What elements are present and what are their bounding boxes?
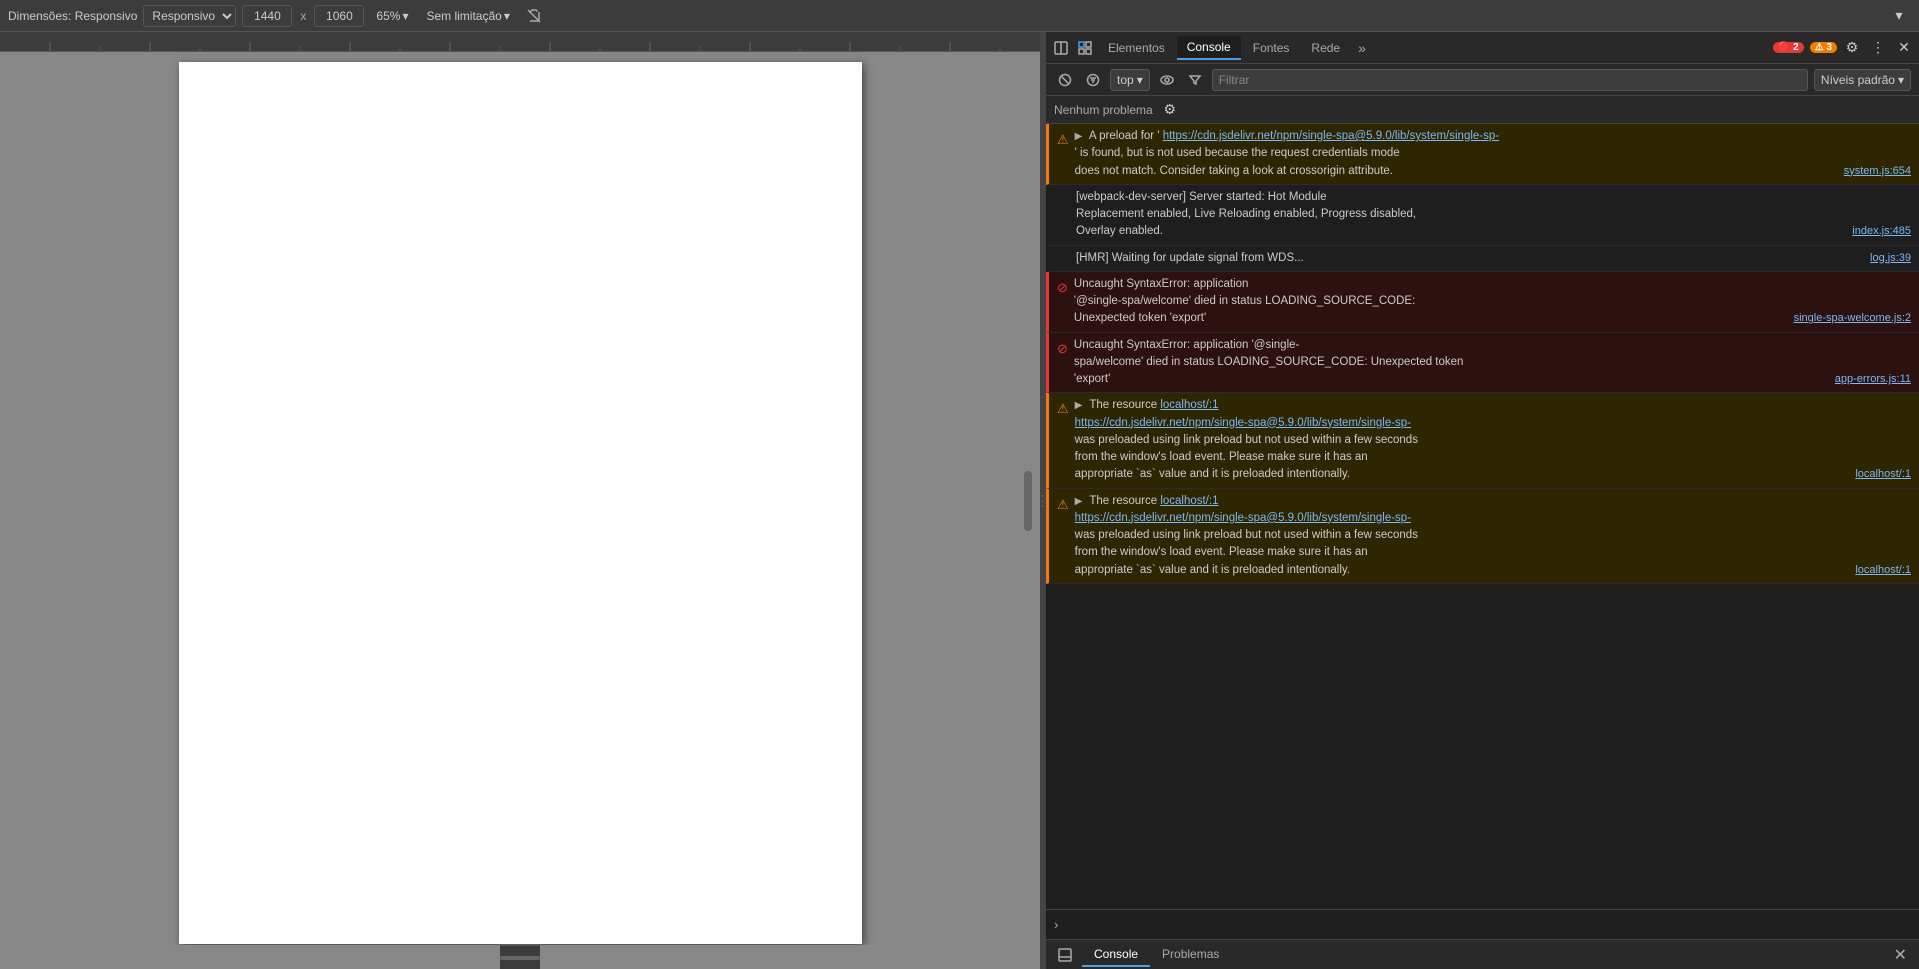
settings-icon[interactable]: ⚙	[1841, 37, 1863, 59]
console-input[interactable]	[1064, 918, 1911, 932]
console-filter-icon[interactable]	[1082, 69, 1104, 91]
dimensions-label: Dimensões: Responsivo	[8, 9, 137, 23]
msg-content-1: ▶ A preload for ' https://cdn.jsdelivr.n…	[1075, 128, 1911, 180]
link-3[interactable]: https://cdn.jsdelivr.net/npm/single-spa@…	[1075, 417, 1411, 429]
main-area: Elementos Console Fontes Rede » 🔴 2 ⚠ 3 …	[0, 32, 1919, 969]
error-icon-2: ⊘	[1057, 339, 1068, 359]
bottom-tab-bar: Console Problemas ✕	[1046, 939, 1919, 969]
throttle-button[interactable]: Sem limitação ▾	[420, 7, 515, 25]
tab-overflow[interactable]: »	[1352, 36, 1372, 60]
location-7[interactable]: localhost/:1	[1855, 562, 1911, 579]
bottom-tab-console[interactable]: Console	[1082, 943, 1150, 967]
page-frame[interactable]	[179, 62, 862, 944]
link-1[interactable]: https://cdn.jsdelivr.net/npm/single-spa@…	[1163, 130, 1499, 142]
devtools-inspect-icon[interactable]	[1074, 37, 1096, 59]
msg-text-5: Uncaught SyntaxError: application '@sing…	[1074, 339, 1464, 386]
location-5[interactable]: app-errors.js:11	[1835, 371, 1911, 388]
no-issues-bar: Nenhum problema ⚙	[1046, 96, 1919, 124]
clear-console-button[interactable]	[1054, 69, 1076, 91]
height-input[interactable]	[314, 5, 364, 27]
msg-text-1: A preload for ' https://cdn.jsdelivr.net…	[1075, 130, 1499, 177]
error-icon-1: ⊘	[1057, 278, 1068, 298]
page-frame-container	[0, 52, 1040, 945]
browser-area	[0, 32, 1040, 969]
msg-content-5: Uncaught SyntaxError: application '@sing…	[1074, 337, 1911, 389]
bottom-handle	[500, 956, 540, 960]
msg-error-2: ⊘ Uncaught SyntaxError: application '@si…	[1046, 333, 1919, 394]
more-options-button[interactable]: ▾	[1887, 4, 1911, 28]
tab-elementos[interactable]: Elementos	[1098, 37, 1175, 59]
console-messages[interactable]: ⚠ ▶ A preload for ' https://cdn.jsdelivr…	[1046, 124, 1919, 909]
location-2[interactable]: index.js:485	[1852, 223, 1911, 240]
msg-info-hmr: [HMR] Waiting for update signal from WDS…	[1046, 246, 1919, 272]
location-4[interactable]: single-spa-welcome.js:2	[1794, 310, 1911, 327]
issues-settings-icon[interactable]: ⚙	[1159, 99, 1181, 121]
msg-content-2: [webpack-dev-server] Server started: Hot…	[1076, 189, 1911, 241]
context-selector[interactable]: top ▾	[1110, 69, 1150, 91]
ruler-top	[0, 32, 1040, 52]
dimension-x: x	[298, 9, 308, 23]
console-input-area: ›	[1046, 909, 1919, 939]
msg-content-6: ▶ The resource localhost/:1 https://cdn.…	[1075, 397, 1911, 483]
filter-icon2[interactable]	[1184, 69, 1206, 91]
warn-icon-1: ⚠	[1057, 130, 1069, 150]
msg-text-3: [HMR] Waiting for update signal from WDS…	[1076, 252, 1304, 264]
width-input[interactable]	[242, 5, 292, 27]
expand-1[interactable]: ▶	[1075, 131, 1083, 142]
expand-3[interactable]: ▶	[1075, 496, 1083, 507]
devtools-panel: Elementos Console Fontes Rede » 🔴 2 ⚠ 3 …	[1045, 32, 1919, 969]
tab-console[interactable]: Console	[1177, 36, 1241, 60]
warn-badge: ⚠ 3	[1810, 42, 1837, 53]
console-toolbar: top ▾ Níveis padrão ▾	[1046, 64, 1919, 96]
drawer-icon[interactable]	[1054, 944, 1076, 966]
msg-error-1: ⊘ Uncaught SyntaxError: application '@si…	[1046, 272, 1919, 333]
msg-content-3: [HMR] Waiting for update signal from WDS…	[1076, 250, 1911, 267]
error-badge: 🔴 2	[1773, 42, 1804, 53]
msg-info-webpack: [webpack-dev-server] Server started: Hot…	[1046, 185, 1919, 246]
bottom-tab-problemas[interactable]: Problemas	[1150, 943, 1231, 967]
eye-icon[interactable]	[1156, 69, 1178, 91]
dimensions-select[interactable]: Responsivo	[143, 5, 236, 27]
devtools-tab-right: 🔴 2 ⚠ 3 ⚙ ⋮ ✕	[1769, 37, 1915, 59]
more-devtools-icon[interactable]: ⋮	[1867, 37, 1889, 59]
msg-warn-preload1: ⚠ ▶ A preload for ' https://cdn.jsdelivr…	[1046, 124, 1919, 185]
tab-fontes[interactable]: Fontes	[1243, 37, 1300, 59]
tab-rede[interactable]: Rede	[1301, 37, 1350, 59]
levels-selector[interactable]: Níveis padrão ▾	[1814, 69, 1911, 91]
msg-content-7: ▶ The resource localhost/:1 https://cdn.…	[1075, 493, 1911, 579]
location-1[interactable]: system.js:654	[1844, 163, 1911, 180]
zoom-button[interactable]: 65% ▾	[370, 7, 414, 25]
warn-icon-2: ⚠	[1057, 399, 1069, 419]
location-6[interactable]: localhost/:1	[1855, 466, 1911, 483]
bottom-bar	[500, 945, 540, 969]
console-prompt: ›	[1054, 917, 1058, 932]
msg-text-6: The resource localhost/:1 https://cdn.js…	[1075, 399, 1418, 480]
scroll-indicator	[1024, 471, 1032, 531]
warn-icon-3: ⚠	[1057, 495, 1069, 515]
no-camera-icon[interactable]	[522, 4, 546, 28]
msg-text-2: [webpack-dev-server] Server started: Hot…	[1076, 191, 1416, 238]
close-bottom-panel-button[interactable]: ✕	[1890, 943, 1911, 967]
msg-warn-resource1: ⚠ ▶ The resource localhost/:1 https://cd…	[1046, 393, 1919, 488]
no-issues-text: Nenhum problema	[1054, 103, 1153, 117]
devtools-top-tabs: Elementos Console Fontes Rede » 🔴 2 ⚠ 3 …	[1046, 32, 1919, 64]
link-4[interactable]: localhost/:1	[1160, 495, 1218, 507]
msg-content-4: Uncaught SyntaxError: application '@sing…	[1074, 276, 1911, 328]
link-2[interactable]: localhost/:1	[1160, 399, 1218, 411]
expand-2[interactable]: ▶	[1075, 400, 1083, 411]
msg-text-7: The resource localhost/:1 https://cdn.js…	[1075, 495, 1418, 576]
close-devtools-button[interactable]: ✕	[1893, 37, 1915, 59]
link-5[interactable]: https://cdn.jsdelivr.net/npm/single-spa@…	[1075, 512, 1411, 524]
top-toolbar: Dimensões: Responsivo Responsivo x 65% ▾…	[0, 0, 1919, 32]
location-3[interactable]: log.js:39	[1870, 250, 1911, 267]
msg-text-4: Uncaught SyntaxError: application '@sing…	[1074, 278, 1415, 325]
devtools-dock-icon[interactable]	[1050, 37, 1072, 59]
msg-warn-resource2: ⚠ ▶ The resource localhost/:1 https://cd…	[1046, 489, 1919, 584]
filter-input[interactable]	[1212, 69, 1808, 91]
